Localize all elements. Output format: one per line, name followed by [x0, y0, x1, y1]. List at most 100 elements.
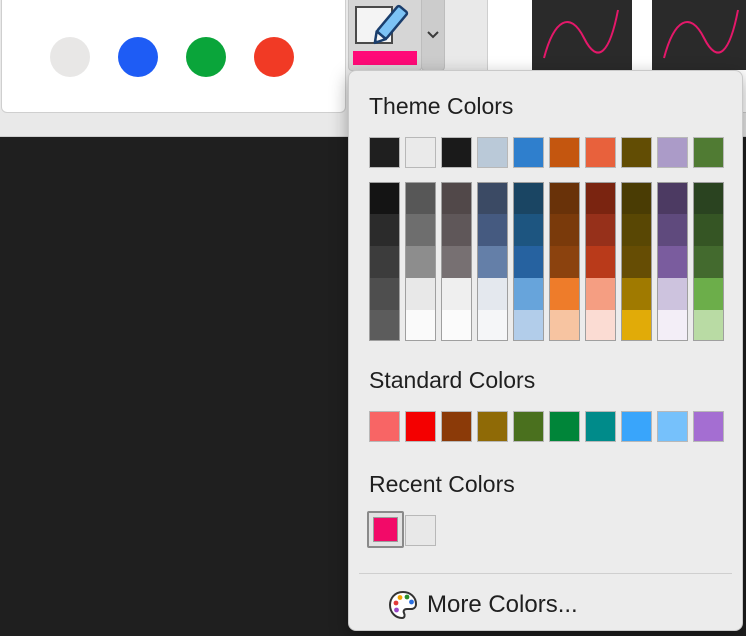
recent-color-1[interactable]	[367, 511, 404, 548]
theme-shade-swatch[interactable]	[658, 183, 687, 214]
theme-shade-swatch[interactable]	[658, 246, 687, 278]
theme-shade-swatch[interactable]	[514, 214, 543, 246]
theme-color-swatch[interactable]	[621, 137, 652, 168]
theme-shade-swatch[interactable]	[478, 246, 507, 278]
theme-shade-column	[405, 182, 436, 341]
more-colors-button[interactable]: More Colors...	[387, 583, 578, 627]
pen-color-dropdown[interactable]	[421, 0, 445, 71]
theme-shade-swatch[interactable]	[658, 310, 687, 340]
standard-color-swatch[interactable]	[657, 411, 688, 442]
theme-shade-swatch[interactable]	[586, 246, 615, 278]
theme-shade-column	[585, 182, 616, 341]
recent-color-1-swatch	[373, 517, 398, 542]
theme-colors-heading: Theme Colors	[369, 93, 514, 119]
pen-thumbnail-1[interactable]	[532, 0, 632, 70]
standard-color-swatch[interactable]	[621, 411, 652, 442]
theme-shade-swatch[interactable]	[694, 310, 723, 340]
theme-color-swatch[interactable]	[477, 137, 508, 168]
theme-shade-swatch[interactable]	[370, 183, 399, 214]
pen-color-light-gray[interactable]	[50, 37, 90, 77]
theme-shade-column	[657, 182, 688, 341]
theme-shade-column	[693, 182, 724, 341]
theme-color-swatch[interactable]	[513, 137, 544, 168]
theme-color-swatch[interactable]	[441, 137, 472, 168]
standard-color-swatch[interactable]	[441, 411, 472, 442]
theme-shade-swatch[interactable]	[694, 246, 723, 278]
theme-shade-swatch[interactable]	[514, 183, 543, 214]
theme-shade-swatch[interactable]	[442, 183, 471, 214]
theme-shade-swatch[interactable]	[550, 214, 579, 246]
pencil-icon	[373, 4, 409, 45]
theme-shade-swatch[interactable]	[406, 214, 435, 246]
recent-color-2[interactable]	[405, 515, 436, 546]
theme-shade-swatch[interactable]	[370, 214, 399, 246]
standard-color-swatch[interactable]	[513, 411, 544, 442]
theme-shade-swatch[interactable]	[586, 278, 615, 310]
pen-color-green[interactable]	[186, 37, 226, 77]
theme-shade-column	[513, 182, 544, 341]
theme-shade-swatch[interactable]	[442, 278, 471, 310]
theme-shade-swatch[interactable]	[622, 310, 651, 340]
theme-shade-swatch[interactable]	[370, 278, 399, 310]
pen-thumbnail-2[interactable]	[652, 0, 746, 70]
pen-color-blue[interactable]	[118, 37, 158, 77]
theme-shade-swatch[interactable]	[442, 310, 471, 340]
theme-shade-column	[621, 182, 652, 341]
theme-color-swatch[interactable]	[405, 137, 436, 168]
theme-shade-swatch[interactable]	[622, 183, 651, 214]
theme-shade-swatch[interactable]	[478, 278, 507, 310]
pen-gallery	[1, 0, 346, 113]
pen-color-button[interactable]	[348, 0, 422, 71]
theme-shade-swatch[interactable]	[622, 246, 651, 278]
theme-shade-swatch[interactable]	[550, 278, 579, 310]
chevron-down-icon	[427, 31, 439, 39]
theme-color-swatch[interactable]	[657, 137, 688, 168]
theme-shade-swatch[interactable]	[406, 278, 435, 310]
standard-color-swatch[interactable]	[405, 411, 436, 442]
theme-color-swatch[interactable]	[369, 137, 400, 168]
theme-color-swatch[interactable]	[693, 137, 724, 168]
color-picker-popup: Theme Colors Standard Colors Recent Colo…	[348, 70, 743, 631]
theme-shade-swatch[interactable]	[478, 183, 507, 214]
theme-shade-swatch[interactable]	[550, 183, 579, 214]
theme-shade-swatch[interactable]	[694, 214, 723, 246]
theme-shade-swatch[interactable]	[586, 183, 615, 214]
theme-shade-swatch[interactable]	[586, 310, 615, 340]
theme-shade-swatch[interactable]	[622, 214, 651, 246]
standard-color-swatch[interactable]	[585, 411, 616, 442]
stroke-preview-icon	[543, 9, 619, 59]
theme-shade-swatch[interactable]	[442, 214, 471, 246]
theme-shade-swatch[interactable]	[514, 278, 543, 310]
theme-shade-swatch[interactable]	[550, 246, 579, 278]
divider	[359, 573, 732, 574]
theme-shade-swatch[interactable]	[370, 246, 399, 278]
theme-shade-swatch[interactable]	[694, 278, 723, 310]
theme-shade-swatch[interactable]	[406, 310, 435, 340]
standard-color-swatch[interactable]	[369, 411, 400, 442]
theme-shade-swatch[interactable]	[658, 278, 687, 310]
theme-shade-column	[441, 182, 472, 341]
theme-shade-swatch[interactable]	[442, 246, 471, 278]
theme-shade-swatch[interactable]	[514, 246, 543, 278]
theme-shade-column	[549, 182, 580, 341]
theme-shade-swatch[interactable]	[694, 183, 723, 214]
standard-color-swatch[interactable]	[549, 411, 580, 442]
theme-shade-swatch[interactable]	[586, 214, 615, 246]
standard-color-swatch[interactable]	[477, 411, 508, 442]
pen-color-red[interactable]	[254, 37, 294, 77]
theme-shade-swatch[interactable]	[622, 278, 651, 310]
theme-color-swatch[interactable]	[549, 137, 580, 168]
palette-icon	[388, 590, 418, 620]
theme-shade-swatch[interactable]	[658, 214, 687, 246]
theme-shade-swatch[interactable]	[514, 310, 543, 340]
theme-color-swatch[interactable]	[585, 137, 616, 168]
theme-shade-swatch[interactable]	[478, 214, 507, 246]
theme-shade-swatch[interactable]	[406, 183, 435, 214]
standard-color-swatch[interactable]	[693, 411, 724, 442]
stroke-preview-icon	[663, 9, 739, 59]
theme-shade-swatch[interactable]	[406, 246, 435, 278]
theme-shade-swatch[interactable]	[478, 310, 507, 340]
theme-shade-swatch[interactable]	[370, 310, 399, 340]
theme-shade-column	[477, 182, 508, 341]
theme-shade-swatch[interactable]	[550, 310, 579, 340]
